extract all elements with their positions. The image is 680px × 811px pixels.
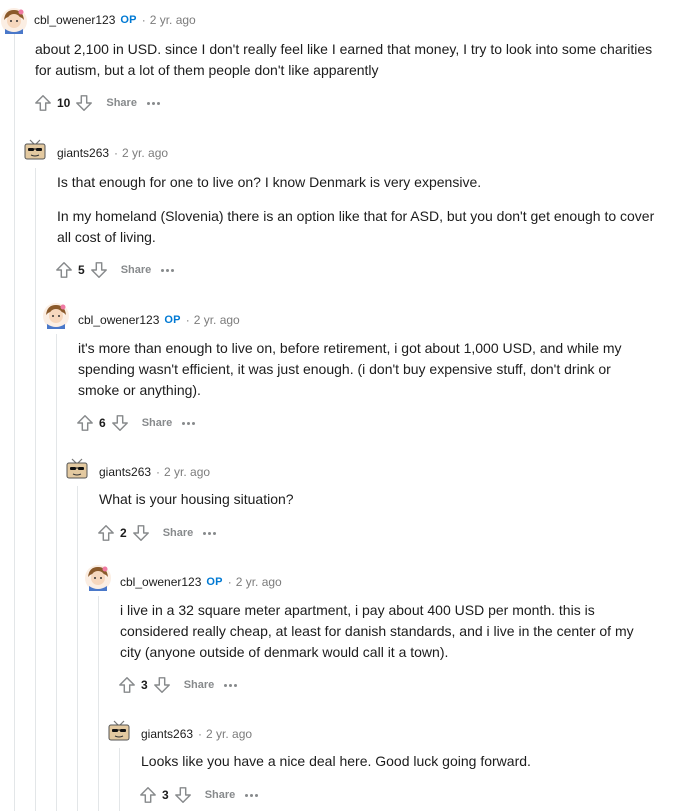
upvote-icon[interactable] bbox=[96, 523, 116, 543]
upvote-icon[interactable] bbox=[33, 93, 53, 113]
vote-score: 6 bbox=[99, 416, 106, 430]
separator-dot: · bbox=[114, 146, 119, 160]
tv-sunglasses-avatar-icon[interactable] bbox=[21, 135, 49, 163]
comment-text: it's more than enough to live on, before… bbox=[78, 340, 622, 398]
vote-score: 5 bbox=[78, 263, 85, 277]
downvote-icon[interactable] bbox=[131, 523, 151, 543]
comment-text: i live in a 32 square meter apartment, i… bbox=[120, 602, 634, 660]
thread-line[interactable] bbox=[98, 596, 99, 811]
more-options-icon[interactable] bbox=[203, 523, 218, 543]
separator-dot: · bbox=[198, 727, 203, 741]
separator-dot: · bbox=[227, 575, 232, 589]
girl-avatar-icon[interactable] bbox=[0, 7, 28, 35]
vote-score: 3 bbox=[162, 788, 169, 802]
upvote-icon[interactable] bbox=[54, 260, 74, 280]
share-button[interactable]: Share bbox=[184, 679, 215, 691]
more-options-icon[interactable] bbox=[245, 785, 260, 805]
timestamp[interactable]: 2 yr. ago bbox=[206, 727, 252, 741]
more-options-icon[interactable] bbox=[224, 675, 239, 695]
timestamp[interactable]: 2 yr. ago bbox=[194, 313, 240, 327]
tv-sunglasses-avatar-icon[interactable] bbox=[105, 716, 133, 744]
thread-line[interactable] bbox=[35, 168, 36, 811]
downvote-icon[interactable] bbox=[152, 675, 172, 695]
thread-line[interactable] bbox=[14, 30, 15, 811]
op-badge: OP bbox=[206, 576, 223, 588]
more-options-icon[interactable] bbox=[146, 93, 162, 113]
upvote-icon[interactable] bbox=[138, 785, 158, 805]
author-name[interactable]: cbl_owener123 bbox=[120, 575, 201, 589]
downvote-icon[interactable] bbox=[89, 260, 109, 280]
comment-text: Is that enough for one to live on? I kno… bbox=[57, 174, 482, 190]
separator-dot: · bbox=[156, 465, 161, 479]
vote-score: 10 bbox=[57, 96, 71, 110]
timestamp[interactable]: 2 yr. ago bbox=[122, 146, 168, 160]
girl-avatar-icon[interactable] bbox=[42, 302, 70, 330]
timestamp[interactable]: 2 yr. ago bbox=[236, 575, 282, 589]
comment-text: Looks like you have a nice deal here. Go… bbox=[141, 753, 531, 769]
share-button[interactable]: Share bbox=[163, 527, 194, 539]
downvote-icon[interactable] bbox=[173, 785, 193, 805]
author-name[interactable]: cbl_owener123 bbox=[78, 313, 159, 327]
tv-sunglasses-avatar-icon[interactable] bbox=[63, 454, 91, 482]
comment-text: What is your housing situation? bbox=[99, 491, 294, 507]
thread-line[interactable] bbox=[77, 486, 78, 811]
share-button[interactable]: Share bbox=[142, 417, 173, 429]
separator-dot: · bbox=[185, 313, 190, 327]
upvote-icon[interactable] bbox=[75, 413, 95, 433]
op-badge: OP bbox=[120, 14, 137, 26]
op-badge: OP bbox=[164, 314, 181, 326]
share-button[interactable]: Share bbox=[121, 264, 152, 276]
vote-score: 2 bbox=[120, 526, 127, 540]
author-name[interactable]: cbl_owener123 bbox=[34, 13, 115, 27]
thread-line[interactable] bbox=[56, 334, 57, 811]
author-name[interactable]: giants263 bbox=[57, 146, 109, 160]
more-options-icon[interactable] bbox=[161, 260, 176, 280]
separator-dot: · bbox=[141, 13, 146, 27]
girl-avatar-icon[interactable] bbox=[84, 564, 112, 592]
downvote-icon[interactable] bbox=[110, 413, 130, 433]
timestamp[interactable]: 2 yr. ago bbox=[164, 465, 210, 479]
author-name[interactable]: giants263 bbox=[99, 465, 151, 479]
share-button[interactable]: Share bbox=[106, 97, 137, 109]
upvote-icon[interactable] bbox=[117, 675, 137, 695]
author-name[interactable]: giants263 bbox=[141, 727, 193, 741]
timestamp[interactable]: 2 yr. ago bbox=[150, 13, 196, 27]
vote-score: 3 bbox=[141, 678, 148, 692]
comment-text: In my homeland (Slovenia) there is an op… bbox=[57, 208, 655, 245]
thread-line[interactable] bbox=[119, 748, 120, 811]
more-options-icon[interactable] bbox=[182, 413, 197, 433]
comment-text: about 2,100 in USD. since I don't really… bbox=[35, 41, 653, 78]
share-button[interactable]: Share bbox=[205, 789, 236, 801]
downvote-icon[interactable] bbox=[74, 93, 94, 113]
